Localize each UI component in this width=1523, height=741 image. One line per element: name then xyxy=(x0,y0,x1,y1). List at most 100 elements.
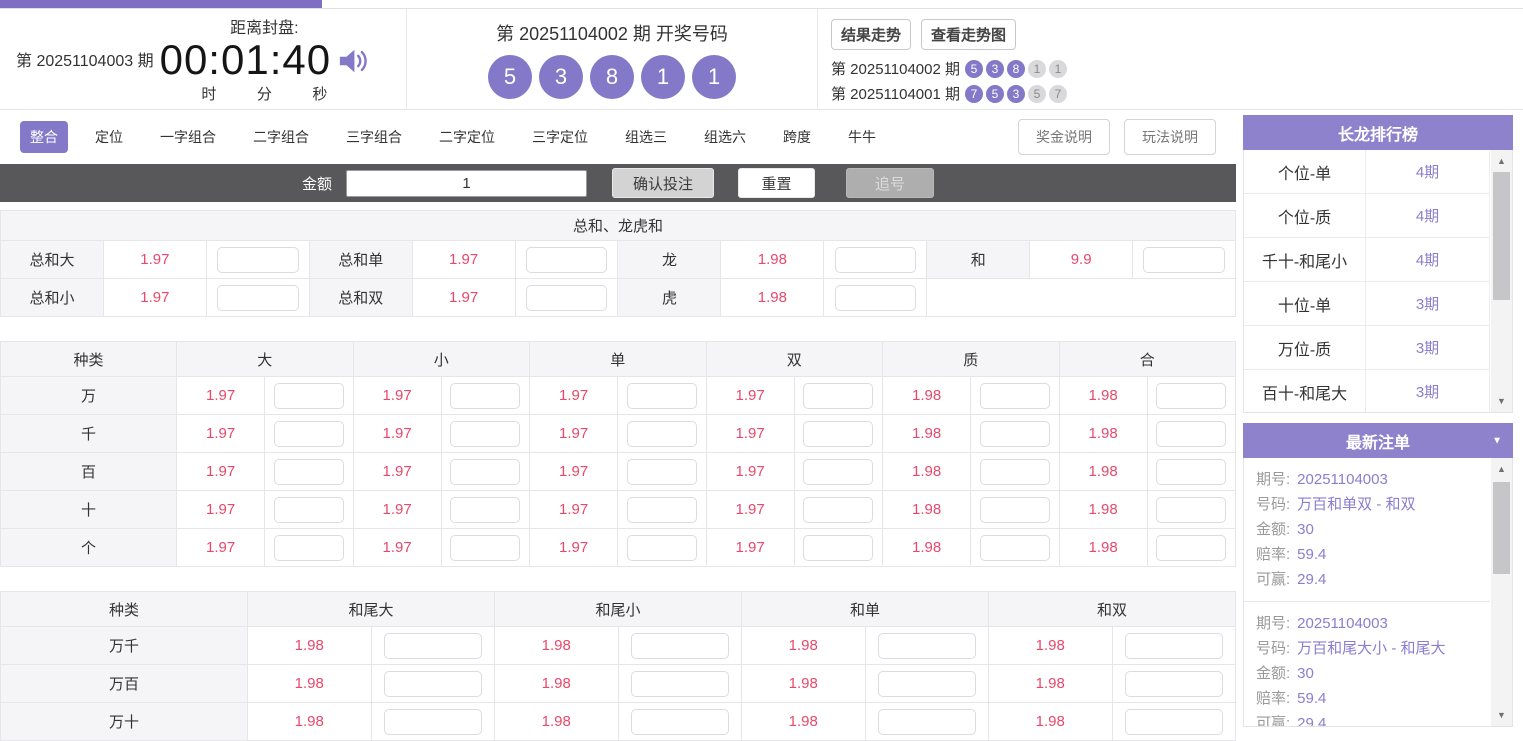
result-trend-button[interactable]: 结果走势 xyxy=(831,19,911,50)
history-ball: 3 xyxy=(1007,85,1025,103)
bet-input-cell xyxy=(516,241,619,279)
bet-input[interactable] xyxy=(1156,497,1226,523)
bet-input[interactable] xyxy=(1125,633,1223,659)
bet-input[interactable] xyxy=(274,383,344,409)
tab-整合[interactable]: 整合 xyxy=(20,121,68,153)
bet-input-cell xyxy=(971,491,1059,529)
tab-二字组合[interactable]: 二字组合 xyxy=(243,121,319,153)
bet-input[interactable] xyxy=(980,459,1050,485)
scroll-up-icon[interactable]: ▲ xyxy=(1491,464,1512,474)
play-help-button[interactable]: 玩法说明 xyxy=(1124,119,1216,155)
bet-input[interactable] xyxy=(274,535,344,561)
confirm-bet-button[interactable]: 确认投注 xyxy=(612,168,714,198)
bet-input[interactable] xyxy=(627,497,697,523)
ranking-name: 个位-单 xyxy=(1244,150,1366,193)
bet-input[interactable] xyxy=(1143,247,1225,273)
tab-牛牛[interactable]: 牛牛 xyxy=(838,121,886,153)
bet-input[interactable] xyxy=(980,497,1050,523)
scroll-down-icon[interactable]: ▼ xyxy=(1491,710,1512,720)
ranking-scroll-thumb[interactable] xyxy=(1493,172,1510,300)
bet-input[interactable] xyxy=(631,671,729,697)
odds-value: 1.97 xyxy=(413,241,516,279)
bet-input[interactable] xyxy=(450,535,520,561)
bet-input[interactable] xyxy=(1156,535,1226,561)
orders-scrollbar[interactable]: ▲ ▼ xyxy=(1491,458,1512,726)
bet-input[interactable] xyxy=(1156,459,1226,485)
bet-input[interactable] xyxy=(384,709,482,735)
amount-input[interactable] xyxy=(346,170,587,197)
bet-input[interactable] xyxy=(627,383,697,409)
speaker-icon[interactable] xyxy=(337,46,369,76)
tab-组选三[interactable]: 组选三 xyxy=(615,121,677,153)
bet-input[interactable] xyxy=(803,421,873,447)
bet-input[interactable] xyxy=(450,383,520,409)
bet-input[interactable] xyxy=(384,671,482,697)
bet-input[interactable] xyxy=(878,671,976,697)
bet-input[interactable] xyxy=(980,421,1050,447)
bet-input[interactable] xyxy=(1156,383,1226,409)
bet-input[interactable] xyxy=(274,497,344,523)
odds-value: 1.97 xyxy=(707,377,795,415)
bet-input[interactable] xyxy=(803,535,873,561)
row-label: 万千 xyxy=(1,627,248,665)
bet-input[interactable] xyxy=(627,421,697,447)
bet-type-label: 总和双 xyxy=(310,279,413,317)
odds-value: 1.98 xyxy=(248,703,372,741)
bet-input[interactable] xyxy=(980,535,1050,561)
row-label: 万十 xyxy=(1,703,248,741)
bet-input[interactable] xyxy=(980,383,1050,409)
bet-input[interactable] xyxy=(274,459,344,485)
tab-组选六[interactable]: 组选六 xyxy=(694,121,756,153)
tab-三字组合[interactable]: 三字组合 xyxy=(336,121,412,153)
bet-input-cell xyxy=(824,241,927,279)
ranking-scrollbar[interactable]: ▲ ▼ xyxy=(1491,150,1512,412)
ranking-row: 个位-单4期 xyxy=(1244,150,1489,194)
tab-定位[interactable]: 定位 xyxy=(85,121,133,153)
bet-input[interactable] xyxy=(217,247,299,273)
bet-input-cell xyxy=(619,627,743,665)
bet-input[interactable] xyxy=(1125,709,1223,735)
tab-二字定位[interactable]: 二字定位 xyxy=(429,121,505,153)
scroll-up-icon[interactable]: ▲ xyxy=(1491,156,1512,166)
order-field-value: 万百和单双 - 和双 xyxy=(1297,496,1415,513)
bet-input[interactable] xyxy=(631,633,729,659)
main-content: 整合定位一字组合二字组合三字组合二字定位三字定位组选三组选六跨度牛牛 奖金说明 … xyxy=(0,110,1236,741)
bet-type-label: 龙 xyxy=(618,241,721,279)
bet-input[interactable] xyxy=(878,709,976,735)
bet-input[interactable] xyxy=(450,421,520,447)
tab-跨度[interactable]: 跨度 xyxy=(773,121,821,153)
order-line: 可赢:29.4 xyxy=(1256,711,1490,727)
tab-三字定位[interactable]: 三字定位 xyxy=(522,121,598,153)
bet-input[interactable] xyxy=(526,285,608,311)
bet-input[interactable] xyxy=(627,535,697,561)
scroll-down-icon[interactable]: ▼ xyxy=(1491,396,1512,406)
bet-input[interactable] xyxy=(384,633,482,659)
tab-一字组合[interactable]: 一字组合 xyxy=(150,121,226,153)
bet-input[interactable] xyxy=(878,633,976,659)
prize-help-button[interactable]: 奖金说明 xyxy=(1018,119,1110,155)
caret-down-icon[interactable]: ▼ xyxy=(1492,435,1502,446)
bet-input[interactable] xyxy=(835,247,917,273)
bet-input[interactable] xyxy=(1125,671,1223,697)
bet-input[interactable] xyxy=(450,497,520,523)
order-field-value: 29.4 xyxy=(1297,571,1326,588)
chase-number-button[interactable]: 追号 xyxy=(846,168,934,198)
bet-input[interactable] xyxy=(627,459,697,485)
bet-input[interactable] xyxy=(631,709,729,735)
bet-input[interactable] xyxy=(835,285,917,311)
bet-input[interactable] xyxy=(803,459,873,485)
column-header: 和尾大 xyxy=(248,592,495,627)
view-trend-chart-button[interactable]: 查看走势图 xyxy=(921,19,1016,50)
history-ball: 5 xyxy=(1028,85,1046,103)
ranking-row: 千十-和尾小4期 xyxy=(1244,238,1489,282)
bet-input[interactable] xyxy=(217,285,299,311)
bet-input[interactable] xyxy=(274,421,344,447)
bet-input[interactable] xyxy=(450,459,520,485)
bet-input[interactable] xyxy=(1156,421,1226,447)
reset-button[interactable]: 重置 xyxy=(738,168,815,198)
bet-input[interactable] xyxy=(803,383,873,409)
bet-input[interactable] xyxy=(526,247,608,273)
ranking-count: 3期 xyxy=(1366,370,1489,413)
bet-input[interactable] xyxy=(803,497,873,523)
orders-scroll-thumb[interactable] xyxy=(1493,482,1510,574)
